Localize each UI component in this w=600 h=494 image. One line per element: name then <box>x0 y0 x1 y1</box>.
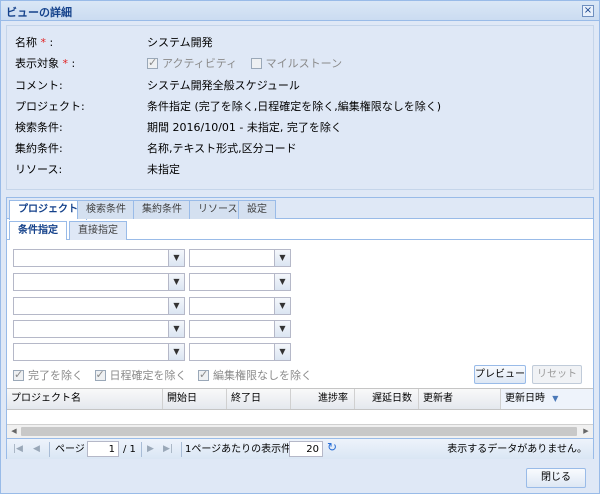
column-updated-by[interactable]: 更新者 <box>419 389 501 409</box>
scrollbar-thumb[interactable] <box>21 427 577 436</box>
tab-project[interactable]: プロジェクト <box>9 200 87 220</box>
condition-combo-right-3[interactable]: ▼ <box>189 297 291 315</box>
aggregate-label: 集約条件: <box>15 142 63 155</box>
refresh-icon[interactable]: ↻ <box>327 440 337 455</box>
chevron-down-icon: ▼ <box>168 274 184 290</box>
name-label: 名称 * : <box>15 36 54 49</box>
details-panel: 名称 * : システム開発 表示対象 * : アクティビティ マイルストーン コ… <box>6 25 594 190</box>
tab-settings[interactable]: 設定 <box>238 200 276 219</box>
page-label: ページ <box>55 444 85 455</box>
tab-aggregate-conditions[interactable]: 集約条件 <box>133 200 191 219</box>
close-icon[interactable]: × <box>582 5 594 17</box>
total-pages: / 1 <box>123 444 136 455</box>
chevron-down-icon: ▼ <box>168 298 184 314</box>
condition-combo-left-3[interactable]: ▼ <box>13 297 185 315</box>
subtab-condition[interactable]: 条件指定 <box>9 221 67 240</box>
project-label: プロジェクト: <box>15 100 85 113</box>
search-value: 期間 2016/10/01 - 未指定, 完了を除く <box>147 121 342 134</box>
chevron-down-icon: ▼ <box>274 250 290 266</box>
search-label: 検索条件: <box>15 121 63 134</box>
exclude-no-permission-checkbox[interactable] <box>198 368 209 381</box>
exclusion-filters: 完了を除く 日程確定を除く 編集権限なしを除く <box>13 367 320 383</box>
view-details-window: ビューの詳細 × 名称 * : システム開発 表示対象 * : アクティビティ … <box>0 0 600 494</box>
window-titlebar[interactable]: ビューの詳細 × <box>1 1 599 21</box>
name-value: システム開発 <box>147 36 213 49</box>
preview-button[interactable]: プレビュー <box>474 365 526 384</box>
tab-search-conditions[interactable]: 検索条件 <box>77 200 135 219</box>
column-updated-at[interactable]: 更新日時 ▼ <box>501 389 593 409</box>
chevron-down-icon: ▼ <box>274 274 290 290</box>
exclude-no-permission-label: 編集権限なしを除く <box>213 369 312 382</box>
window-title: ビューの詳細 <box>6 6 72 19</box>
required-mark: * <box>62 57 69 70</box>
per-page-label: 1ページあたりの表示件数 <box>185 444 302 455</box>
subtab-direct[interactable]: 直接指定 <box>69 221 127 240</box>
exclude-schedule-fixed-checkbox[interactable] <box>94 368 106 381</box>
paging-toolbar: |◀ ◀ ページ / 1 ▶ ▶| 1ページあたりの表示件数 ↻ 表示するデータ… <box>7 438 593 459</box>
grid-body <box>7 410 593 424</box>
page-number-input[interactable] <box>87 441 119 457</box>
last-page-icon[interactable]: ▶| <box>163 442 173 457</box>
aggregate-value: 名称,テキスト形式,区分コード <box>147 142 297 155</box>
chevron-down-icon: ▼ <box>274 321 290 337</box>
chevron-down-icon: ▼ <box>168 344 184 360</box>
condition-combo-left-5[interactable]: ▼ <box>13 343 185 361</box>
sub-tab-strip: 条件指定 直接指定 <box>7 220 593 240</box>
resource-value: 未指定 <box>147 163 180 176</box>
next-page-icon[interactable]: ▶ <box>147 442 154 457</box>
project-value: 条件指定 (完了を除く,日程確定を除く,編集権限なしを除く) <box>147 100 442 113</box>
comment-label: コメント: <box>15 79 63 92</box>
toolbar-separator <box>181 442 182 457</box>
scroll-right-icon[interactable]: ▶ <box>579 425 593 438</box>
milestone-checkbox[interactable] <box>250 58 262 69</box>
exclude-completed-checkbox[interactable] <box>13 368 24 381</box>
condition-combo-left-4[interactable]: ▼ <box>13 320 185 338</box>
chevron-down-icon: ▼ <box>168 250 184 266</box>
target-label: 表示対象 * : <box>15 57 76 70</box>
activity-label: アクティビティ <box>162 57 238 70</box>
chevron-down-icon: ▼ <box>274 298 290 314</box>
column-project-name[interactable]: プロジェクト名 <box>7 389 163 409</box>
condition-combo-right-5[interactable]: ▼ <box>189 343 291 361</box>
main-tab-strip: プロジェクト 検索条件 集約条件 リソース 設定 <box>7 198 593 220</box>
column-end-date[interactable]: 終了日 <box>227 389 291 409</box>
activity-checkbox[interactable] <box>147 56 158 69</box>
required-mark: * <box>40 36 47 49</box>
condition-combo-left-2[interactable]: ▼ <box>13 273 185 291</box>
column-delay-days[interactable]: 遅延日数 <box>355 389 419 409</box>
column-updated-at-label: 更新日時 <box>505 393 545 404</box>
per-page-input[interactable] <box>289 441 323 457</box>
tab-panel: プロジェクト 検索条件 集約条件 リソース 設定 条件指定 直接指定 ▼ ▼ ▼… <box>6 197 594 459</box>
close-button[interactable]: 閉じる <box>526 468 586 488</box>
condition-combo-right-1[interactable]: ▼ <box>189 249 291 267</box>
toolbar-separator <box>141 442 142 457</box>
scroll-left-icon[interactable]: ◀ <box>7 425 21 438</box>
reset-button[interactable]: リセット <box>532 365 582 384</box>
grid-header: プロジェクト名 開始日 終了日 進捗率 遅延日数 更新者 更新日時 ▼ <box>7 388 593 410</box>
column-start-date[interactable]: 開始日 <box>163 389 227 409</box>
target-options: アクティビティ マイルストーン <box>147 55 342 71</box>
toolbar-separator <box>49 442 50 457</box>
exclude-completed-label: 完了を除く <box>28 369 83 382</box>
horizontal-scrollbar[interactable]: ◀ ▶ <box>7 424 593 438</box>
empty-message: 表示するデータがありません。 <box>447 444 587 455</box>
chevron-down-icon: ▼ <box>274 344 290 360</box>
chevron-down-icon: ▼ <box>168 321 184 337</box>
exclude-schedule-fixed-label: 日程確定を除く <box>109 369 187 382</box>
comment-value: システム開発全般スケジュール <box>147 79 300 92</box>
resource-label: リソース: <box>15 163 63 176</box>
condition-combo-right-2[interactable]: ▼ <box>189 273 291 291</box>
sort-desc-icon: ▼ <box>552 394 559 403</box>
prev-page-icon[interactable]: ◀ <box>33 442 40 457</box>
column-progress[interactable]: 進捗率 <box>291 389 355 409</box>
condition-combo-right-4[interactable]: ▼ <box>189 320 291 338</box>
first-page-icon[interactable]: |◀ <box>13 442 23 457</box>
milestone-label: マイルストーン <box>265 57 343 70</box>
condition-combo-left-1[interactable]: ▼ <box>13 249 185 267</box>
